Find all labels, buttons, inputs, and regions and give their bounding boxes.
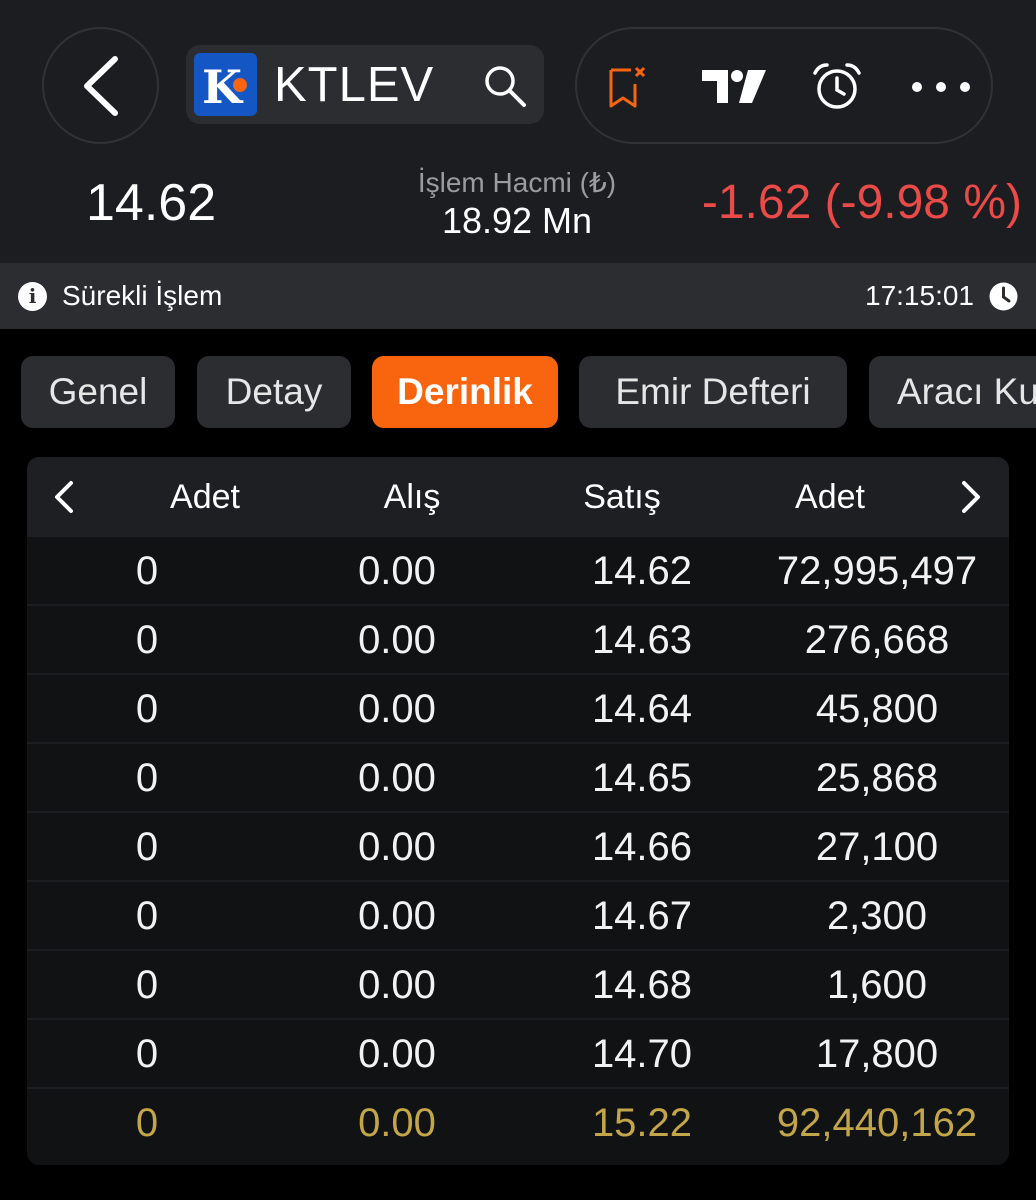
tab-araci-kurum[interactable]: Aracı Kurum [869,356,1036,428]
chevron-left-icon[interactable] [53,479,75,515]
column-bid: Alış [383,478,441,516]
session-time: 17:15:01 [865,280,974,311]
alarm-icon [813,63,861,109]
volume-value: 18.92 Mn [441,200,593,241]
last-price: 14.62 [86,174,217,232]
table-row[interactable]: 0 0.00 14.65 25,868 [27,744,1009,813]
table-row[interactable]: 0 0.00 14.67 2,300 [27,882,1009,951]
session-status: Sürekli İşlem [62,280,223,311]
header: K KTLEV 14.62 İşlem Hacmi (₺) 18.92 Mn -… [0,0,1036,263]
column-ask: Satış [583,478,661,516]
table-row-total[interactable]: 0 0.00 15.22 92,440,162 [27,1089,1009,1158]
search-icon[interactable] [482,63,528,109]
chevron-right-icon[interactable] [960,479,982,515]
table-row[interactable]: 0 0.00 14.62 72,995,497 [27,537,1009,606]
tradingview-icon [702,70,766,103]
table-row[interactable]: 0 0.00 14.70 17,800 [27,1020,1009,1089]
info-icon[interactable]: i [18,282,47,311]
column-bid-qty: Adet [170,478,240,516]
tradingview-button[interactable] [699,57,771,117]
clock-icon [989,282,1018,311]
bookmark-remove-icon [609,66,646,108]
tab-bar: Genel Detay Derinlik Emir Defteri Aracı … [0,356,1036,428]
toolbar [575,27,993,144]
stock-logo: K [194,53,257,116]
price-change: -1.62 (-9.98 %) [701,176,1022,229]
table-row[interactable]: 0 0.00 14.64 45,800 [27,675,1009,744]
alarm-button[interactable] [807,57,867,117]
tab-emir-defteri[interactable]: Emir Defteri [579,356,847,428]
symbol-search-pill[interactable]: K KTLEV [186,45,544,124]
symbol-name: KTLEV [274,58,435,112]
tab-detay[interactable]: Detay [197,356,351,428]
more-icon [912,82,970,92]
table-row[interactable]: 0 0.00 14.68 1,600 [27,951,1009,1020]
tab-genel[interactable]: Genel [21,356,175,428]
table-row[interactable]: 0 0.00 14.63 276,668 [27,606,1009,675]
watchlist-remove-button[interactable] [597,57,657,117]
column-ask-qty: Adet [795,478,865,516]
tab-derinlik[interactable]: Derinlik [372,356,558,428]
session-status-bar: i Sürekli İşlem 17:15:01 [0,263,1036,329]
back-button[interactable] [42,27,159,144]
market-depth-table: Adet Alış Satış Adet 0 0.00 14.62 72,995… [27,457,1009,1165]
table-row[interactable]: 0 0.00 14.66 27,100 [27,813,1009,882]
volume-label: İşlem Hacmi (₺) [417,167,617,198]
back-arrow-icon [83,55,118,116]
more-button[interactable] [911,57,971,117]
table-header: Adet Alış Satış Adet [27,457,1009,537]
